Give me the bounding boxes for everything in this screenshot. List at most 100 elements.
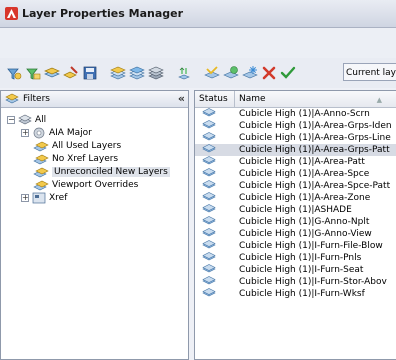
layer-name: Cubicle High (1)|I-Furn-File-Blow (239, 241, 383, 251)
layer-name: Cubicle High (1)|I-Furn-Seat (239, 265, 364, 275)
tree-item-label: All (35, 114, 47, 125)
layer-row[interactable]: Cubicle High (1)|A-Area-Patt (195, 156, 396, 168)
layer-status-icon[interactable] (195, 144, 235, 156)
layer-row[interactable]: Cubicle High (1)|I-Furn-File-Blow (195, 240, 396, 252)
layer-row[interactable]: Cubicle High (1)|A-Area-Grps-Line (195, 132, 396, 144)
xref-icon (32, 192, 46, 203)
layer-name: Cubicle High (1)|A-Area-Zone (239, 193, 371, 203)
layer-status-icon[interactable] (195, 216, 235, 228)
layer-name: Cubicle High (1)|A-Area-Grps-Patt (239, 145, 390, 155)
layer-name: Cubicle High (1)|I-Furn-Wksf (239, 289, 365, 299)
tree-item-label: Viewport Overrides (52, 179, 139, 190)
tree-item-no-xref-layers[interactable]: No Xref Layers (33, 152, 118, 165)
layer-row[interactable]: Cubicle High (1)|I-Furn-Wksf (195, 288, 396, 300)
layer-row[interactable]: Cubicle High (1)|I-Furn-Stor-Abov (195, 276, 396, 288)
filters-header-label: Filters (23, 94, 50, 104)
layer-list-header: Status Name ▲ (195, 91, 396, 108)
status-column-header[interactable]: Status (195, 91, 235, 107)
tree-item-label: All Used Layers (52, 140, 122, 151)
tree-item-xref[interactable]: + Xref (21, 191, 67, 204)
layer-status-icon[interactable] (195, 264, 235, 276)
layer-row[interactable]: Cubicle High (1)|A-Area-Zone (195, 192, 396, 204)
tree-item-label: Xref (49, 192, 68, 203)
layer-name: Cubicle High (1)|A-Area-Spce-Patt (239, 181, 391, 191)
collapse-pane-button[interactable]: « (178, 92, 185, 105)
layer-rows: Cubicle High (1)|A-Anno-Scrn Cubicle High… (195, 108, 396, 300)
new-layer-2-icon[interactable] (223, 65, 239, 81)
tree-item-label: AIA Major (49, 127, 92, 138)
toolbar (0, 58, 396, 88)
layer-status-icon[interactable] (195, 240, 235, 252)
layer-name: Cubicle High (1)|A-Anno-Scrn (239, 109, 370, 119)
new-property-filter-icon[interactable] (6, 65, 22, 81)
layer-row[interactable]: Cubicle High (1)|G-Anno-View (195, 228, 396, 240)
layer-status-icon[interactable] (195, 168, 235, 180)
filters-icon (5, 93, 19, 104)
layer-name: Cubicle High (1)|G-Anno-Nplt (239, 217, 370, 227)
tree-item-unreconciled-new-layers[interactable]: Unreconciled New Layers (33, 165, 170, 178)
top-band (0, 28, 396, 58)
layer-status-icon[interactable] (195, 288, 235, 300)
layer-row[interactable]: Cubicle High (1)|A-Area-Grps-Patt (195, 144, 396, 156)
layer-status-icon[interactable] (195, 108, 235, 120)
property-filter-icon (33, 154, 49, 164)
layer-name: Cubicle High (1)|ASHADE (239, 205, 352, 215)
filter-tree-pane: Filters « − All + AIA Major All Used Lay… (0, 90, 189, 360)
layer-status-icon[interactable] (195, 192, 235, 204)
layer-row[interactable]: Cubicle High (1)|I-Furn-Pnls (195, 252, 396, 264)
window-title: Layer Properties Manager (22, 7, 184, 20)
name-column-label: Name (239, 94, 266, 104)
new-layer-icon[interactable] (110, 65, 126, 81)
new-layer-frozen-icon[interactable] (242, 65, 258, 81)
property-filter-icon (33, 180, 49, 190)
layer-name: Cubicle High (1)|A-Area-Grps-Iden (239, 121, 392, 131)
layers-icon (18, 114, 32, 125)
tree-item-viewport-overrides[interactable]: Viewport Overrides (33, 178, 138, 191)
sort-ascending-icon: ▲ (376, 96, 382, 104)
set-current-check-icon[interactable] (280, 65, 296, 81)
layer-row[interactable]: Cubicle High (1)|ASHADE (195, 204, 396, 216)
layer-status-icon[interactable] (195, 156, 235, 168)
layer-row[interactable]: Cubicle High (1)|A-Anno-Scrn (195, 108, 396, 120)
filters-header: Filters « (1, 91, 188, 108)
layer-status-icon[interactable] (195, 228, 235, 240)
refresh-icon[interactable] (176, 65, 192, 81)
layer-list-pane: Status Name ▲ Cubicle High (1)|A-Anno-Sc… (194, 90, 396, 360)
layer-row[interactable]: Cubicle High (1)|A-Area-Spce (195, 168, 396, 180)
layer-name: Cubicle High (1)|A-Area-Grps-Line (239, 133, 391, 143)
save-icon[interactable] (82, 65, 98, 81)
layer-row[interactable]: Cubicle High (1)|A-Area-Grps-Iden (195, 120, 396, 132)
delete-layer-icon[interactable] (261, 65, 277, 81)
tree-item-label: No Xref Layers (52, 153, 119, 164)
group-filter-icon (33, 127, 45, 138)
layer-name: Cubicle High (1)|A-Area-Spce (239, 169, 370, 179)
tree-item-aia-major[interactable]: + AIA Major (21, 126, 92, 139)
collapse-expander-icon[interactable]: − (7, 115, 15, 124)
layer-name: Cubicle High (1)|G-Anno-View (239, 229, 372, 239)
layer-status-icon[interactable] (195, 204, 235, 216)
property-filter-icon (33, 167, 49, 177)
layer-status-icon[interactable] (195, 252, 235, 264)
tree-item-all[interactable]: − All (7, 113, 46, 126)
layer-row[interactable]: Cubicle High (1)|I-Furn-Seat (195, 264, 396, 276)
layer-status-icon[interactable] (195, 180, 235, 192)
layer-name: Cubicle High (1)|I-Furn-Pnls (239, 253, 362, 263)
layer-status-icon[interactable] (195, 120, 235, 132)
name-column-header[interactable]: Name ▲ (235, 91, 396, 107)
layer-row[interactable]: Cubicle High (1)|A-Area-Spce-Patt (195, 180, 396, 192)
expand-expander-icon[interactable]: + (21, 128, 29, 137)
layer-status-icon[interactable] (195, 276, 235, 288)
tree-item-all-used-layers[interactable]: All Used Layers (33, 139, 121, 152)
layer-row[interactable]: Cubicle High (1)|G-Anno-Nplt (195, 216, 396, 228)
expand-expander-icon[interactable]: + (21, 193, 29, 202)
layer-name: Cubicle High (1)|A-Area-Patt (239, 157, 365, 167)
property-filter-icon (33, 141, 49, 151)
delete-filter-icon[interactable] (148, 65, 164, 81)
layer-states-manager-icon[interactable] (44, 65, 60, 81)
new-group-filter-icon[interactable] (25, 65, 41, 81)
layer-status-icon[interactable] (195, 132, 235, 144)
new-layer-vp-frozen-icon[interactable] (129, 65, 145, 81)
layer-translator-icon[interactable] (63, 65, 79, 81)
tree-item-label: Unreconciled New Layers (52, 166, 170, 177)
set-current-icon[interactable] (204, 65, 220, 81)
